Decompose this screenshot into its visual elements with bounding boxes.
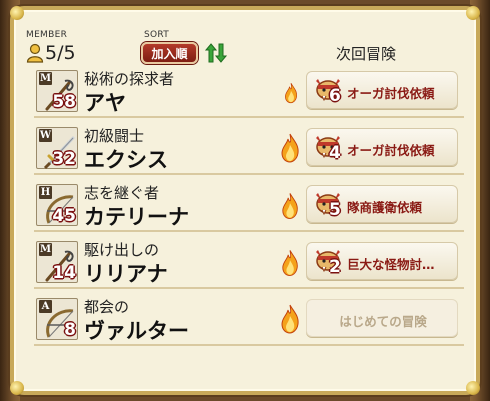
job-badge: W [39, 129, 52, 142]
level-number: 58 [52, 92, 76, 112]
level-number: 32 [52, 149, 76, 169]
job-badge: M [39, 72, 52, 85]
level-number: 45 [52, 206, 76, 226]
member-count-value: 5/5 [45, 42, 76, 64]
character-portrait[interactable]: H 45 [36, 184, 78, 226]
corner-rivet-icon [10, 381, 24, 395]
motivation-flame-icon [282, 250, 298, 277]
level-number: 14 [52, 263, 76, 283]
party-member-row[interactable]: M 58 秘術の探求者アヤ 6 オーガ討伐依頼 [34, 66, 464, 118]
person-icon [26, 43, 44, 63]
member-name: ヴァルター [84, 319, 189, 343]
motivation-flame-icon [281, 133, 299, 163]
job-badge: M [39, 243, 52, 256]
next-quest-button[interactable]: 6 オーガ討伐依頼 [306, 71, 458, 109]
character-portrait[interactable]: A8 [36, 298, 78, 340]
member-title: 志を継ぐ者 [84, 184, 160, 202]
character-portrait[interactable]: M 58 [36, 70, 78, 112]
member-title: 都会の [84, 298, 130, 316]
motivation-flame-icon [281, 304, 299, 334]
quest-count: 2 [329, 257, 341, 277]
member-count: 5/5 [26, 42, 76, 64]
quest-name: 巨大な怪物討… [347, 257, 435, 272]
member-title: 秘術の探求者 [84, 70, 175, 88]
member-title: 駆け出しの [84, 241, 160, 259]
character-portrait[interactable]: W 32 [36, 127, 78, 170]
member-label: MEMBER [26, 30, 68, 40]
party-member-row[interactable]: A 8 都会のヴァルター はじめての冒険 [34, 294, 464, 346]
member-title: 初級闘士 [84, 127, 145, 145]
character-portrait[interactable]: M 14 [36, 241, 78, 283]
quest-count: 6 [329, 86, 341, 106]
next-quest-button[interactable]: 5 隊商護衛依頼 [306, 185, 458, 223]
member-name: エクシス [84, 148, 168, 172]
member-name: アヤ [84, 91, 126, 115]
party-member-row[interactable]: H 45 志を継ぐ者カテリーナ 5 隊商護衛依頼 [34, 180, 464, 232]
next-quest-button[interactable]: 2 巨大な怪物討… [306, 242, 458, 280]
corner-rivet-icon [10, 6, 24, 20]
quest-count: 4 [329, 143, 341, 163]
corner-rivet-icon [466, 6, 480, 20]
quest-name: 隊商護衛依頼 [347, 200, 423, 215]
party-member-row[interactable]: W 32 初級闘士エクシス 4 オーガ討伐依頼 [34, 123, 464, 175]
corner-rivet-icon [466, 381, 480, 395]
quest-name: はじめての冒険 [339, 314, 427, 329]
job-badge: H [39, 186, 52, 199]
next-quest-header: 次回冒険 [336, 45, 397, 63]
party-panel: MEMBER 5/5 SORT 加入順 次回冒険 M 58 秘術の探求者 アヤ 6 オーガ… [10, 6, 480, 395]
motivation-flame-icon [285, 83, 298, 104]
member-name: カテリーナ [84, 205, 189, 229]
next-quest-button[interactable]: 4 オーガ討伐依頼 [306, 128, 458, 166]
quest-name: オーガ討伐依頼 [347, 143, 435, 158]
sort-direction-toggle-icon[interactable] [204, 42, 228, 64]
quest-count: 5 [329, 200, 341, 220]
sort-label: SORT [144, 30, 170, 40]
party-member-row[interactable]: M 14 駆け出しのリリアナ 2 巨大な怪物討… [34, 237, 464, 289]
job-badge: A [39, 300, 52, 313]
motivation-flame-icon [282, 193, 298, 220]
member-name: リリアナ [84, 262, 168, 286]
sort-order-button[interactable]: 加入順 [141, 42, 198, 64]
level-number: 8 [64, 320, 76, 340]
quest-name: オーガ討伐依頼 [347, 86, 435, 101]
next-quest-button[interactable]: はじめての冒険 [306, 299, 458, 337]
